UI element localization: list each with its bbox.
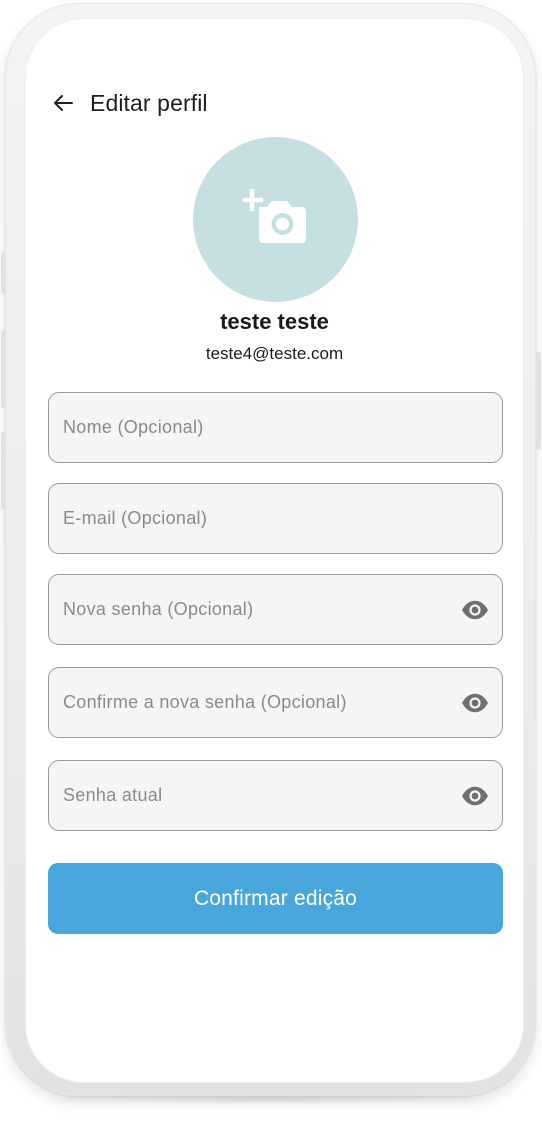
avatar-upload[interactable] xyxy=(193,137,358,302)
new-password-input[interactable] xyxy=(63,599,460,620)
profile-name: teste teste xyxy=(220,309,329,334)
current-password-field[interactable] xyxy=(48,760,503,831)
name-field[interactable] xyxy=(48,392,503,463)
mute-switch xyxy=(1,252,6,294)
visibility-icon[interactable] xyxy=(460,692,490,714)
current-password-input[interactable] xyxy=(63,785,460,806)
email-field[interactable] xyxy=(48,483,503,554)
name-input[interactable] xyxy=(63,417,488,438)
confirm-password-field[interactable] xyxy=(48,667,503,738)
volume-down-button xyxy=(1,432,6,510)
screen: Editar perfil teste teste teste4@teste.c… xyxy=(26,19,523,1082)
page-title: Editar perfil xyxy=(90,89,208,116)
add-photo-icon xyxy=(240,188,309,250)
back-arrow-icon[interactable] xyxy=(52,92,74,114)
new-password-field[interactable] xyxy=(48,574,503,645)
confirm-password-input[interactable] xyxy=(63,692,460,713)
visibility-icon[interactable] xyxy=(460,785,490,807)
device-shadow xyxy=(30,1094,510,1104)
phone-frame: Editar perfil teste teste teste4@teste.c… xyxy=(5,3,536,1096)
confirm-edit-button[interactable]: Confirmar edição xyxy=(48,863,503,934)
volume-up-button xyxy=(1,330,6,408)
profile-email: teste4@teste.com xyxy=(205,344,344,363)
visibility-icon[interactable] xyxy=(460,599,490,621)
power-button xyxy=(536,352,541,450)
app-bar: Editar perfil xyxy=(52,89,208,117)
email-input[interactable] xyxy=(63,508,488,529)
